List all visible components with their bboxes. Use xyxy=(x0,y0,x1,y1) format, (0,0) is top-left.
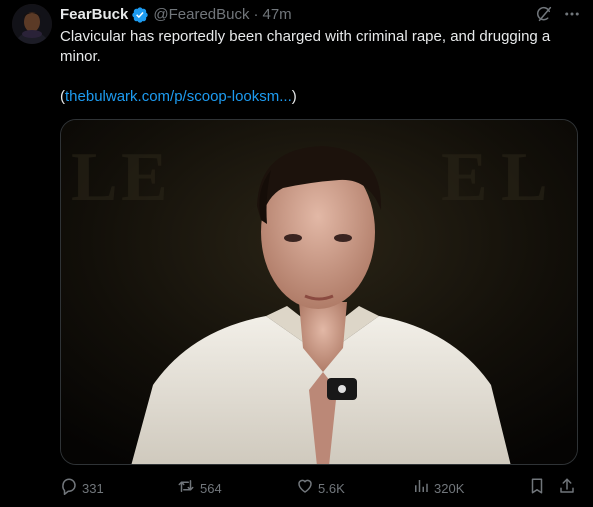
timestamp[interactable]: 47m xyxy=(262,5,291,25)
svg-text:E: E xyxy=(121,139,168,216)
repost-button[interactable]: 564 xyxy=(176,477,222,501)
views-icon xyxy=(412,477,430,501)
display-name[interactable]: FearBuck xyxy=(60,5,128,25)
reply-button[interactable]: 331 xyxy=(60,477,104,501)
tweet[interactable]: FearBuck @FearedBuck · 47m Clavicular ha… xyxy=(0,0,593,507)
link-line: (thebulwark.com/p/scoop-looksm...) xyxy=(60,87,575,107)
svg-text:L: L xyxy=(71,139,118,216)
grok-icon[interactable] xyxy=(535,5,553,23)
tweet-text: Clavicular has reportedly been charged w… xyxy=(60,27,575,107)
more-icon[interactable] xyxy=(563,5,581,23)
media-image[interactable]: L E E L xyxy=(60,119,578,465)
like-button[interactable]: 5.6K xyxy=(296,477,345,501)
svg-text:E: E xyxy=(441,139,488,216)
views-count: 320K xyxy=(434,481,465,496)
article-link[interactable]: thebulwark.com/p/scoop-looksm... xyxy=(65,88,292,105)
bookmark-icon xyxy=(528,477,546,501)
repost-count: 564 xyxy=(200,481,222,496)
action-bar: 331 564 5.6K 320K xyxy=(60,477,580,499)
heart-icon xyxy=(296,477,314,501)
tweet-header: FearBuck @FearedBuck · 47m xyxy=(60,5,581,25)
tweet-body: Clavicular has reportedly been charged w… xyxy=(60,28,551,65)
verified-badge-icon xyxy=(131,6,149,24)
reply-icon xyxy=(60,477,78,501)
reply-count: 331 xyxy=(82,481,104,496)
header-actions xyxy=(535,5,581,23)
handle[interactable]: @FearedBuck xyxy=(153,5,249,25)
share-icon xyxy=(558,477,576,501)
avatar[interactable] xyxy=(12,4,52,44)
bookmark-button[interactable] xyxy=(528,477,546,501)
views-button[interactable]: 320K xyxy=(412,477,464,501)
link-close-paren: ) xyxy=(291,88,297,105)
like-count: 5.6K xyxy=(318,481,345,496)
repost-icon xyxy=(176,477,196,501)
svg-text:L: L xyxy=(501,139,548,216)
share-button[interactable] xyxy=(558,477,576,501)
separator-dot: · xyxy=(253,6,259,23)
